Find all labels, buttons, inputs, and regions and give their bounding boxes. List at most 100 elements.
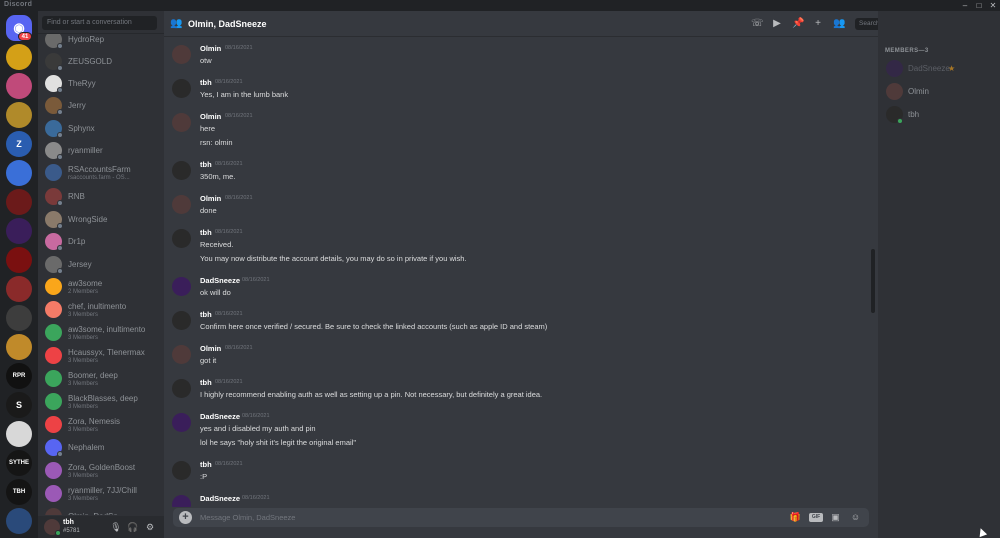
dm-item[interactable]: aw3some, inultimento 3 Members — [38, 322, 164, 344]
server-icon[interactable]: S — [6, 392, 32, 418]
message-author[interactable]: DadSneeze — [200, 494, 240, 503]
dm-item[interactable]: ryanmiller, 7JJ/Chill 3 Members — [38, 483, 164, 505]
avatar[interactable] — [172, 79, 191, 98]
headphones-icon[interactable]: 🎧 — [127, 521, 139, 533]
add-friends-icon[interactable]: + — [812, 18, 824, 30]
close-icon[interactable]: ✕ — [986, 0, 1000, 11]
member-item[interactable]: DadSneeze ★ — [878, 58, 1000, 80]
dm-item[interactable]: chef, inultimento 3 Members — [38, 299, 164, 321]
avatar[interactable] — [172, 45, 191, 64]
dm-item[interactable]: Boomer, deep 3 Members — [38, 368, 164, 390]
video-call-icon[interactable]: ▶ — [771, 18, 783, 30]
message-author[interactable]: tbh — [200, 78, 212, 87]
message-author[interactable]: tbh — [200, 228, 212, 237]
emoji-icon[interactable]: ☺ — [849, 511, 862, 524]
message-input[interactable]: Message Olmin, DadSneeze — [200, 513, 295, 522]
scrollbar[interactable] — [871, 249, 875, 313]
avatar[interactable] — [172, 113, 191, 132]
find-conversation-input[interactable]: Find or start a conversation — [42, 16, 157, 30]
message-author[interactable]: Olmin — [200, 44, 221, 53]
avatar[interactable] — [172, 229, 191, 248]
avatar[interactable] — [172, 413, 191, 432]
member-name: DadSneeze — [908, 64, 950, 73]
avatar[interactable] — [172, 277, 191, 296]
dm-item[interactable]: Jerry — [38, 95, 164, 117]
dm-subtitle: 2 Members — [68, 289, 99, 295]
server-icon[interactable]: RPR — [6, 363, 32, 389]
voice-call-icon[interactable]: ☏ — [751, 18, 764, 30]
dm-item[interactable]: RNB — [38, 186, 164, 208]
avatar[interactable] — [172, 311, 191, 330]
minimize-icon[interactable]: – — [958, 0, 972, 11]
server-icon[interactable] — [6, 102, 32, 128]
dm-item[interactable]: Zora, GoldenBoost 3 Members — [38, 460, 164, 482]
server-icon[interactable] — [6, 247, 32, 273]
message-author[interactable]: tbh — [200, 160, 212, 169]
dm-item[interactable]: Hcaussyx, Tlenermax 3 Members — [38, 345, 164, 367]
maximize-icon[interactable]: □ — [972, 0, 986, 11]
dm-item[interactable]: BlackBlasses, deep 3 Members — [38, 391, 164, 413]
gif-button[interactable]: GIF — [809, 513, 823, 522]
microphone-icon[interactable]: 🎙 — [110, 521, 122, 533]
message-author[interactable]: tbh — [200, 310, 212, 319]
dm-item[interactable]: Dr1p — [38, 231, 164, 253]
dm-item[interactable]: TheRyy — [38, 73, 164, 95]
avatar[interactable] — [172, 379, 191, 398]
sticker-icon[interactable]: ▣ — [829, 511, 842, 524]
avatar[interactable] — [172, 461, 191, 480]
server-icon[interactable]: SYTHE — [6, 450, 32, 476]
message-author[interactable]: tbh — [200, 460, 212, 469]
dm-item[interactable]: aw3some 2 Members — [38, 276, 164, 298]
group-dm-icon: 👥 — [170, 18, 183, 29]
avatar[interactable] — [172, 345, 191, 364]
message-text: here — [200, 124, 216, 133]
message-author[interactable]: Olmin — [200, 112, 221, 121]
gift-icon[interactable]: 🎁 — [789, 511, 802, 524]
dm-item[interactable]: ZEUSGOLD — [38, 51, 164, 73]
dm-item[interactable]: RSAccountsFarm rsaccounts.farm - OS... — [38, 162, 164, 184]
dm-name: Olmin, DadSn... — [68, 512, 124, 515]
message-timestamp: 08/16/2021 — [215, 311, 243, 317]
dm-item[interactable]: HydroRep — [38, 34, 164, 51]
dm-item[interactable]: Nephalem — [38, 437, 164, 459]
member-item[interactable]: tbh — [878, 104, 1000, 126]
avatar[interactable] — [172, 195, 191, 214]
dm-item[interactable]: Sphynx — [38, 118, 164, 140]
member-item[interactable]: Olmin — [878, 81, 1000, 103]
message-timestamp: 08/16/2021 — [215, 79, 243, 85]
avatar[interactable] — [172, 161, 191, 180]
server-icon[interactable]: TBH — [6, 479, 32, 505]
message-author[interactable]: tbh — [200, 378, 212, 387]
server-icon[interactable] — [6, 44, 32, 70]
message-text: I highly recommend enabling auth as well… — [200, 390, 543, 399]
server-icon[interactable] — [6, 508, 32, 534]
dm-item[interactable]: Jersey — [38, 254, 164, 276]
dm-item[interactable]: ryanmiller — [38, 140, 164, 162]
dm-name: BlackBlasses, deep — [68, 394, 138, 403]
message-author[interactable]: DadSneeze — [200, 276, 240, 285]
dm-item[interactable]: Olmin, DadSn... — [38, 506, 164, 515]
upload-plus-icon[interactable]: + — [179, 511, 192, 524]
dm-name: Zora, Nemesis — [68, 417, 121, 426]
server-icon[interactable] — [6, 421, 32, 447]
message-author[interactable]: Olmin — [200, 194, 221, 203]
dm-item[interactable]: Zora, Nemesis 3 Members — [38, 414, 164, 436]
server-icon[interactable] — [6, 160, 32, 186]
dm-item[interactable]: WrongSide — [38, 209, 164, 231]
pinned-messages-icon[interactable]: 📌 — [792, 18, 804, 30]
avatar — [45, 278, 62, 295]
member-list-icon[interactable]: 👥 — [833, 18, 845, 30]
server-icon[interactable]: Z — [6, 131, 32, 157]
server-icon[interactable] — [6, 276, 32, 302]
message-composer[interactable]: + Message Olmin, DadSneeze 🎁 GIF ▣ ☺ — [173, 508, 869, 527]
server-icon[interactable] — [6, 218, 32, 244]
server-icon[interactable] — [6, 334, 32, 360]
server-icon[interactable] — [6, 73, 32, 99]
settings-gear-icon[interactable]: ⚙ — [144, 521, 156, 533]
message-author[interactable]: DadSneeze — [200, 412, 240, 421]
server-icon[interactable] — [6, 189, 32, 215]
avatar[interactable] — [172, 495, 191, 507]
message-author[interactable]: Olmin — [200, 344, 221, 353]
server-icon[interactable] — [6, 305, 32, 331]
message-text: You may now distribute the account detai… — [200, 254, 467, 263]
